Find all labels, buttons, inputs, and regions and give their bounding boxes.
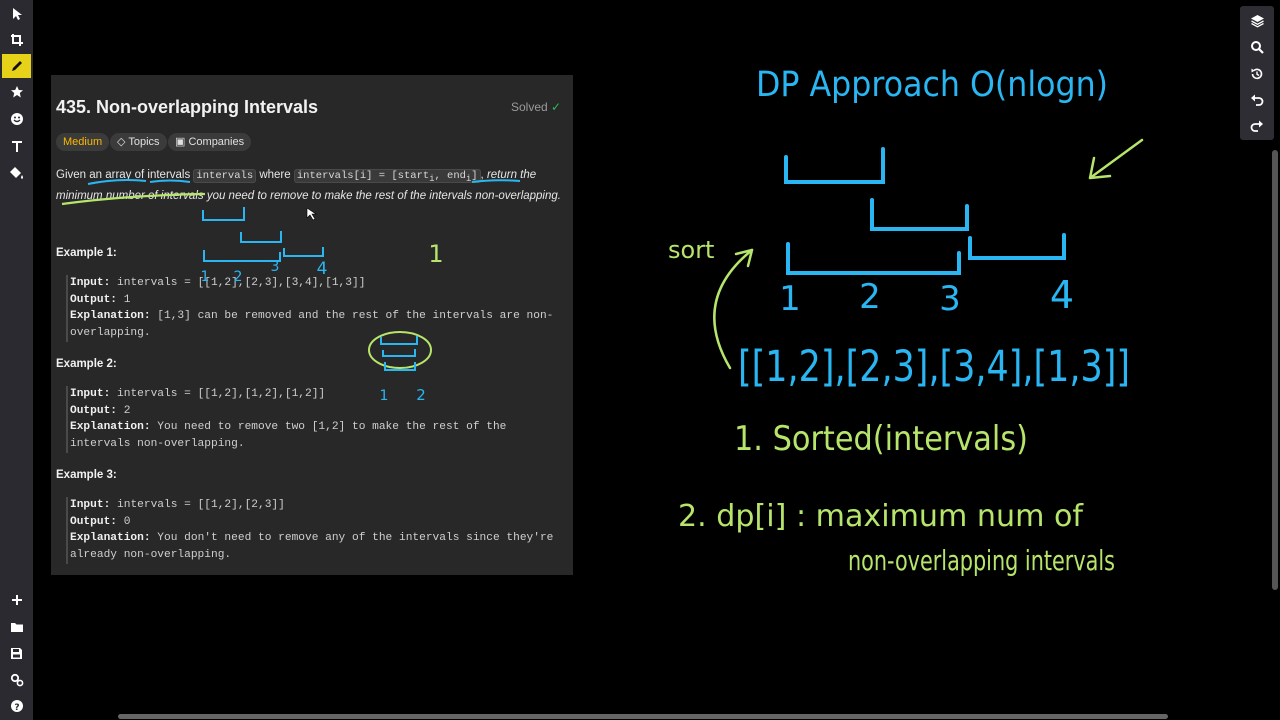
folder-icon[interactable] bbox=[2, 615, 31, 639]
vertical-scrollbar[interactable] bbox=[1272, 150, 1278, 590]
example-block: Input: intervals = [[1,2],[1,2],[1,2]] O… bbox=[66, 386, 560, 453]
step-two-continued: non-overlapping intervals bbox=[848, 544, 1115, 577]
plus-icon[interactable] bbox=[2, 588, 31, 612]
pen-icon[interactable] bbox=[2, 54, 31, 78]
code-text: , end bbox=[434, 170, 466, 182]
tag-icon: ◇ bbox=[117, 136, 126, 148]
topics-label: Topics bbox=[128, 136, 160, 148]
code-text: ] bbox=[471, 170, 478, 182]
check-circle-icon: ✓ bbox=[551, 100, 562, 114]
input-value: intervals = [[1,2],[1,2],[1,2]] bbox=[110, 388, 326, 400]
undo-icon[interactable] bbox=[1245, 88, 1269, 112]
output-label: Output: bbox=[70, 404, 117, 417]
layers-icon[interactable] bbox=[1245, 9, 1269, 33]
text-icon[interactable] bbox=[2, 134, 31, 158]
input-value: intervals = [[1,2],[2,3],[3,4],[1,3]] bbox=[110, 277, 366, 289]
example-heading: Example 1: bbox=[56, 247, 117, 259]
explanation-label: Explanation: bbox=[70, 421, 151, 434]
step-two: 2. dp[i] : maximum num of bbox=[678, 499, 1084, 534]
example-block: Input: intervals = [[1,2],[2,3],[3,4],[1… bbox=[66, 275, 560, 342]
star-icon[interactable] bbox=[2, 80, 31, 104]
interval-label: 2 bbox=[859, 277, 881, 317]
interval-bracket bbox=[870, 198, 969, 231]
difficulty-badge: Medium bbox=[56, 133, 110, 151]
interval-bracket bbox=[786, 242, 961, 275]
output-value: 2 bbox=[117, 404, 131, 417]
sort-note: sort bbox=[668, 236, 714, 264]
intervals-list: [[1,2],[2,3],[3,4],[1,3]] bbox=[738, 342, 1130, 392]
explanation-label: Explanation: bbox=[70, 532, 151, 545]
inline-code: intervals[i] = [starti, endi] bbox=[293, 169, 481, 184]
emoji-icon[interactable] bbox=[2, 107, 31, 131]
sort-arrow bbox=[713, 248, 754, 370]
settings-icon[interactable] bbox=[2, 668, 31, 692]
fill-icon[interactable] bbox=[2, 161, 31, 185]
problem-title: 435. Non-overlapping Intervals bbox=[56, 97, 319, 117]
output-value: 0 bbox=[117, 515, 131, 528]
interval-bracket bbox=[784, 147, 885, 184]
arrow-head bbox=[734, 248, 754, 268]
pointer-icon[interactable] bbox=[2, 2, 31, 26]
inline-code: intervals bbox=[193, 169, 257, 183]
whiteboard-heading: DP Approach O(nlogn) bbox=[756, 65, 1108, 105]
svg-text:?: ? bbox=[14, 703, 19, 713]
code-text: intervals[i] = [start bbox=[296, 170, 430, 182]
crop-icon[interactable] bbox=[2, 28, 31, 52]
history-icon[interactable] bbox=[1245, 62, 1269, 86]
horizontal-scrollbar[interactable] bbox=[118, 714, 1168, 719]
input-label: Input: bbox=[70, 499, 111, 511]
interval-label: 4 bbox=[1050, 273, 1074, 317]
solved-label: Solved bbox=[511, 100, 548, 114]
save-icon[interactable] bbox=[2, 641, 31, 665]
interval-label: 1 bbox=[779, 279, 801, 319]
example-heading: Example 2: bbox=[56, 358, 117, 370]
companies-label: Companies bbox=[188, 136, 245, 148]
interval-bracket bbox=[968, 233, 1066, 260]
help-icon[interactable]: ? bbox=[2, 694, 31, 718]
interval-label: 3 bbox=[939, 279, 961, 319]
input-label: Input: bbox=[70, 277, 111, 289]
redo-icon[interactable] bbox=[1245, 114, 1269, 138]
step-one: 1. Sorted(intervals) bbox=[734, 419, 1028, 459]
example-block: Input: intervals = [[1,2],[2,3]] Output:… bbox=[66, 497, 560, 564]
arrow-annotation bbox=[1088, 138, 1144, 180]
output-label: Output: bbox=[70, 515, 117, 528]
problem-description: Given an array of intervals intervals wh… bbox=[56, 167, 568, 205]
description-text: Given an array of intervals bbox=[56, 169, 194, 181]
left-toolbar: ? bbox=[0, 0, 33, 720]
briefcase-icon: ▣ bbox=[175, 136, 186, 148]
output-value: 1 bbox=[117, 293, 131, 306]
companies-tag[interactable]: ▣ Companies bbox=[168, 133, 252, 151]
topics-tag[interactable]: ◇ Topics bbox=[110, 133, 167, 151]
zoom-icon[interactable] bbox=[1245, 35, 1269, 59]
example-heading: Example 3: bbox=[56, 469, 117, 481]
right-toolbar bbox=[1240, 6, 1274, 140]
output-label: Output: bbox=[70, 293, 117, 306]
explanation-label: Explanation: bbox=[70, 310, 151, 323]
description-text: where bbox=[256, 169, 294, 181]
input-label: Input: bbox=[70, 388, 111, 400]
solved-status: Solved ✓ bbox=[511, 100, 561, 114]
input-value: intervals = [[1,2],[2,3]] bbox=[110, 499, 285, 511]
problem-panel: 435. Non-overlapping Intervals Solved ✓ … bbox=[51, 75, 573, 575]
